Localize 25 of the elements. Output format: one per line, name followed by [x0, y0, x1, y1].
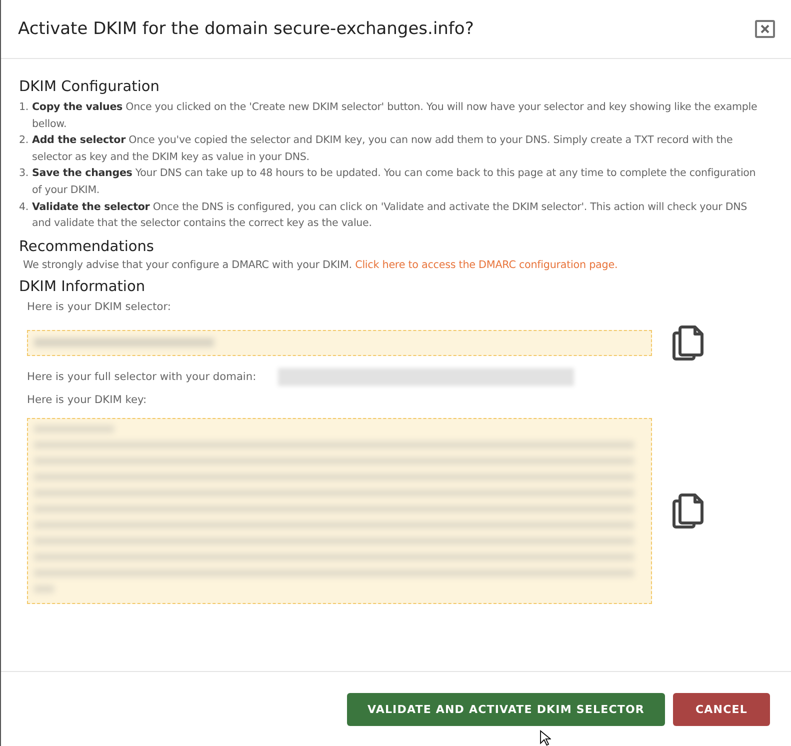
step-text: Add the selector Once you've copied the selector and DKIM key, you can now add them to your DNS. Simply create a TXT record with the selector as key and the DKIM key as value in your DNS. [32, 133, 734, 165]
dmarc-link[interactable]: Click here to access the DMARC configuration page. [355, 258, 618, 271]
copy-icon[interactable] [672, 492, 704, 529]
close-button[interactable] [755, 20, 775, 38]
selector-field[interactable] [27, 330, 652, 356]
validate-button[interactable]: VALIDATE AND ACTIVATE DKIM SELECTOR [347, 693, 665, 726]
section-heading: DKIM Information [19, 278, 146, 295]
section-heading: Recommendations [19, 238, 155, 255]
field-label: Here is your DKIM selector: [27, 300, 172, 313]
cancel-button[interactable]: CANCEL [673, 693, 770, 726]
list-marker: 4. [19, 200, 30, 215]
list-marker: 2. [19, 133, 30, 148]
dialog-title: Activate DKIM for the domain secure-exchanges.info? [18, 19, 474, 39]
step-text: Save the changes Your DNS can take up to 48 hours to be updated. You can come back to this page at any time to complete the configuration of your DKIM. [32, 166, 757, 198]
step-text: Copy the values Once you clicked on the 'Create new DKIM selector' button. You will now have your selector and key showing like the example bellow. [32, 100, 758, 132]
cursor-icon [539, 730, 551, 746]
field-label: Here is your DKIM key: [27, 394, 148, 406]
close-icon [760, 24, 770, 34]
list-marker: 1. [19, 100, 30, 115]
step-text: Validate the selector Once the DNS is configured, you can click on 'Validate and activate the DKIM selector'. This action will check your DNS and validate that the selector contains the correct key as the value. [32, 200, 748, 232]
recommendation-text: We strongly advise that your configure a DMARC with your DKIM. [23, 258, 352, 271]
field-label: Here is your full selector with your domain: [27, 370, 256, 383]
copy-icon[interactable] [672, 324, 704, 361]
list-marker: 3. [19, 166, 30, 182]
section-heading: DKIM Configuration [19, 79, 160, 95]
